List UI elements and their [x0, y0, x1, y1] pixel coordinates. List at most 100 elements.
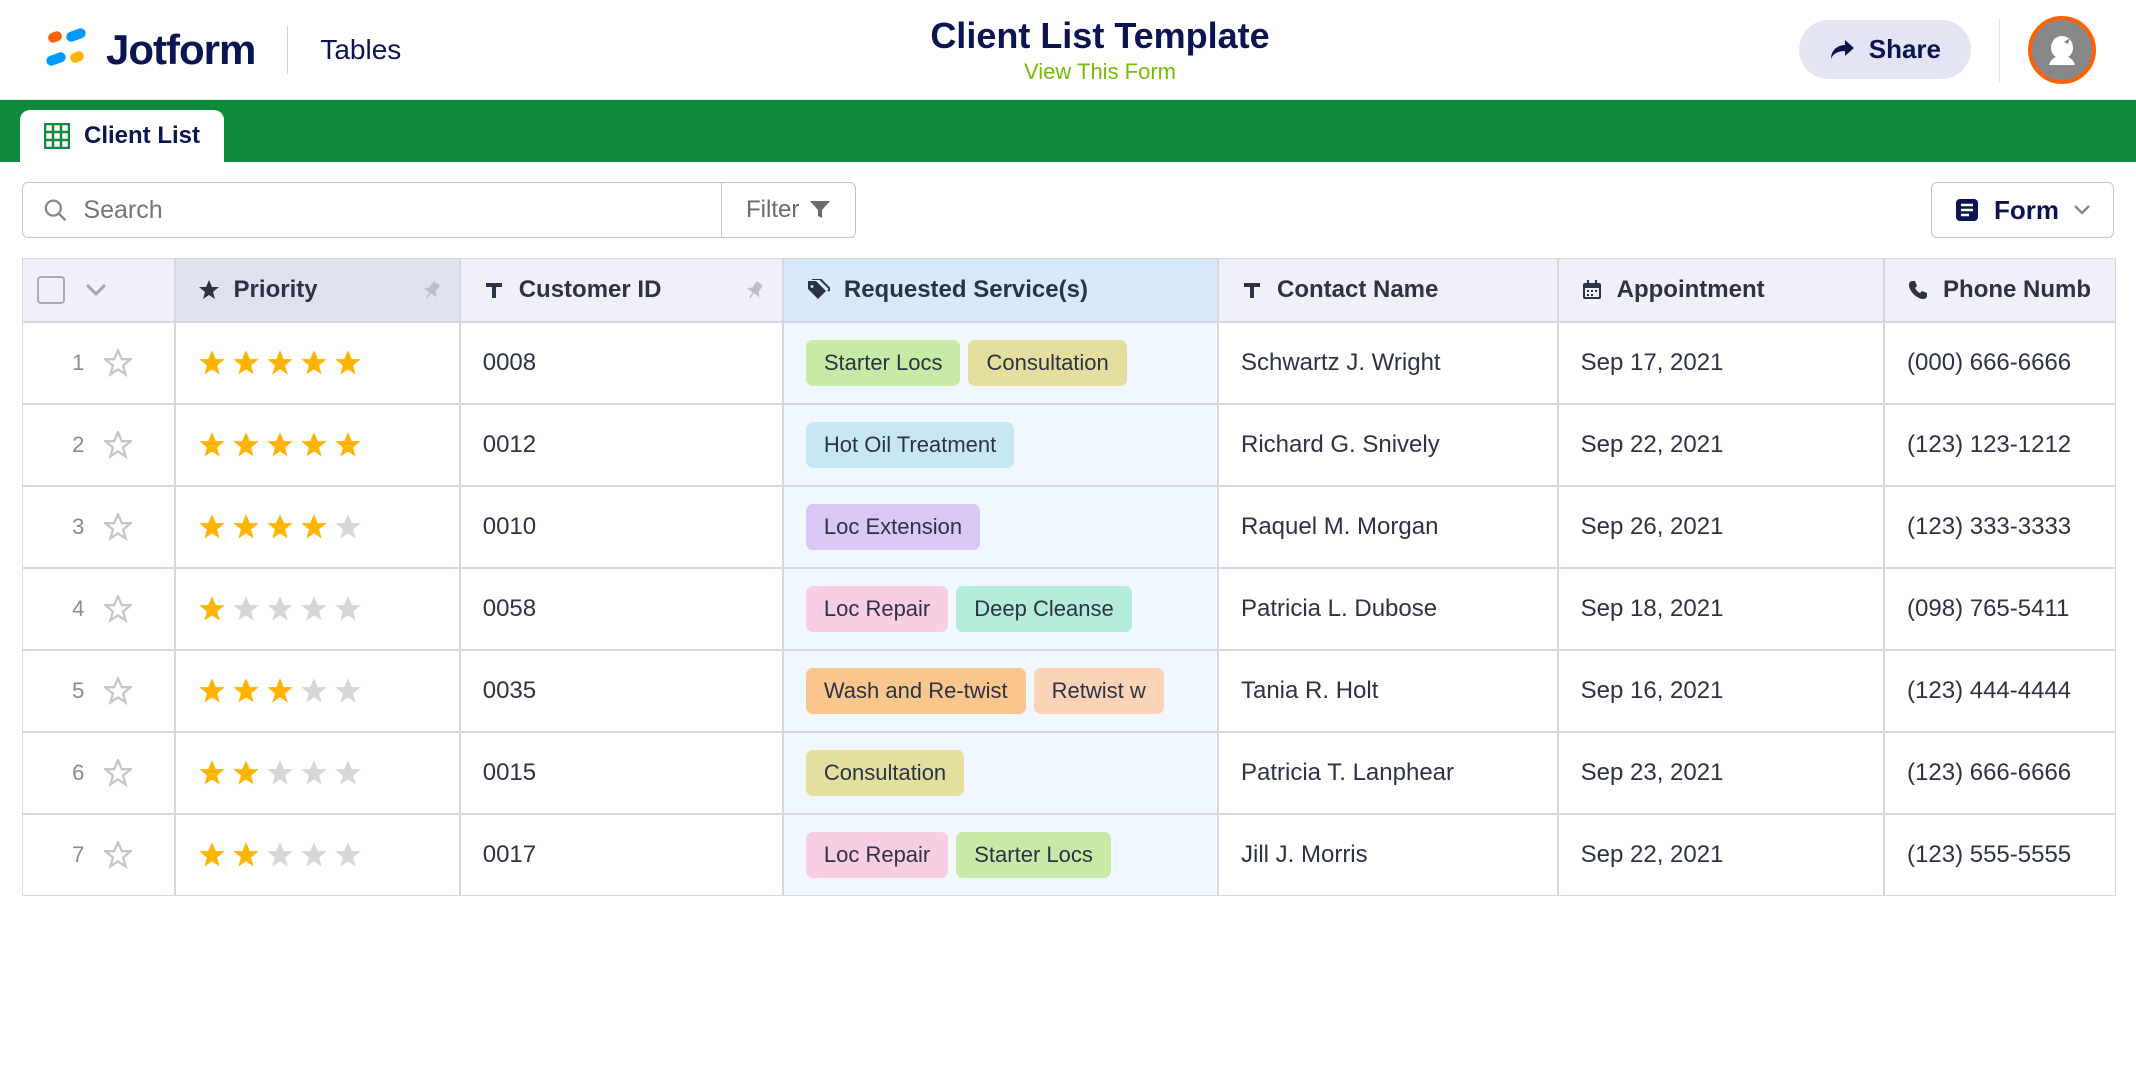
logo[interactable]: Jotform	[44, 26, 255, 74]
star-filled-icon	[232, 431, 260, 459]
search-box[interactable]	[22, 182, 722, 238]
services-cell[interactable]: Loc Extension	[783, 486, 1218, 568]
priority-cell[interactable]	[175, 322, 460, 404]
table-row[interactable]: 40058Loc RepairDeep CleansePatricia L. D…	[22, 568, 2116, 650]
search-input[interactable]	[83, 196, 701, 225]
phone-cell[interactable]: (098) 765-5411	[1884, 568, 2116, 650]
view-form-link[interactable]: View This Form	[1024, 59, 1176, 85]
customer-id-cell[interactable]: 0012	[460, 404, 783, 486]
table-row[interactable]: 6 0015 Consultation Patricia T. LanphearSep…	[22, 732, 2116, 814]
customer-id-cell[interactable]: 0010	[460, 486, 783, 568]
search-icon	[43, 197, 67, 223]
service-tag[interactable]: Consultation	[806, 750, 964, 796]
priority-cell[interactable]	[175, 486, 460, 568]
star-filled-icon	[198, 759, 226, 787]
star-filled-icon	[266, 677, 294, 705]
appointment-cell[interactable]: Sep 23, 2021	[1558, 732, 1884, 814]
phone-cell[interactable]: (123) 666-6666	[1884, 732, 2116, 814]
phone-cell[interactable]: (123) 333-3333	[1884, 486, 2116, 568]
service-tag[interactable]: Loc Repair	[806, 832, 948, 878]
contact-cell[interactable]: Schwartz J. Wright	[1218, 322, 1558, 404]
phone-cell[interactable]: (123) 555-5555	[1884, 814, 2116, 896]
appointment-cell[interactable]: Sep 16, 2021	[1558, 650, 1884, 732]
header-services[interactable]: Requested Service(s)	[783, 258, 1218, 322]
star-icon	[198, 279, 220, 301]
services-cell[interactable]: Starter LocsConsultation	[783, 322, 1218, 404]
header-customer-id[interactable]: Customer ID	[460, 258, 783, 322]
appointment-cell[interactable]: Sep 22, 2021	[1558, 814, 1884, 896]
row-number-cell[interactable]: 5	[22, 650, 175, 732]
table-row[interactable]: 70017Loc RepairStarter LocsJill J. Morri…	[22, 814, 2116, 896]
customer-id-cell[interactable]: 0008	[460, 322, 783, 404]
priority-cell[interactable]	[175, 814, 460, 896]
phone-cell[interactable]: (000) 666-6666	[1884, 322, 2116, 404]
phone-cell[interactable]: (123) 123-1212	[1884, 404, 2116, 486]
contact-cell[interactable]: Raquel M. Morgan	[1218, 486, 1558, 568]
customer-id-cell[interactable]: 0017	[460, 814, 783, 896]
priority-cell[interactable]	[175, 732, 460, 814]
priority-cell[interactable]	[175, 568, 460, 650]
tab-client-list[interactable]: Client List	[20, 110, 224, 162]
form-view-button[interactable]: Form	[1931, 182, 2114, 238]
service-tag[interactable]: Wash and Re-twist	[806, 668, 1026, 714]
star-outline-icon[interactable]	[104, 759, 132, 787]
header-priority[interactable]: Priority	[175, 258, 460, 322]
star-outline-icon[interactable]	[104, 349, 132, 377]
services-cell[interactable]: Consultation	[783, 732, 1218, 814]
service-tag[interactable]: Deep Cleanse	[956, 586, 1131, 632]
service-tag[interactable]: Starter Locs	[806, 340, 961, 386]
table-row[interactable]: 50035Wash and Re-twistRetwist wTania R. …	[22, 650, 2116, 732]
contact-cell[interactable]: Richard G. Snively	[1218, 404, 1558, 486]
row-number-cell[interactable]: 1	[22, 322, 175, 404]
avatar[interactable]	[2028, 16, 2096, 84]
table-row[interactable]: 3 0010 Loc Extension Raquel M. MorganSep 26…	[22, 486, 2116, 568]
star-outline-icon[interactable]	[104, 841, 132, 869]
service-tag[interactable]: Starter Locs	[956, 832, 1111, 878]
row-number-cell[interactable]: 7	[22, 814, 175, 896]
services-cell[interactable]: Hot Oil Treatment	[783, 404, 1218, 486]
services-cell[interactable]: Wash and Re-twistRetwist w	[783, 650, 1218, 732]
row-number-cell[interactable]: 4	[22, 568, 175, 650]
appointment-cell[interactable]: Sep 26, 2021	[1558, 486, 1884, 568]
appointment-cell[interactable]: Sep 18, 2021	[1558, 568, 1884, 650]
appointment-cell[interactable]: Sep 22, 2021	[1558, 404, 1884, 486]
service-tag[interactable]: Loc Repair	[806, 586, 948, 632]
phone-cell[interactable]: (123) 444-4444	[1884, 650, 2116, 732]
services-cell[interactable]: Loc RepairDeep Cleanse	[783, 568, 1218, 650]
priority-cell[interactable]	[175, 650, 460, 732]
service-tag[interactable]: Consultation	[968, 340, 1126, 386]
header-checkbox[interactable]	[22, 258, 175, 322]
row-number-cell[interactable]: 2	[22, 404, 175, 486]
contact-cell[interactable]: Jill J. Morris	[1218, 814, 1558, 896]
filter-button[interactable]: Filter	[722, 182, 856, 238]
star-outline-icon[interactable]	[104, 431, 132, 459]
header-contact[interactable]: Contact Name	[1218, 258, 1558, 322]
service-tag[interactable]: Retwist w	[1034, 668, 1164, 714]
select-all-checkbox[interactable]	[37, 276, 65, 304]
service-tag[interactable]: Loc Extension	[806, 504, 980, 550]
chevron-down-icon[interactable]	[85, 283, 107, 297]
header-phone[interactable]: Phone Numb	[1884, 258, 2116, 322]
priority-cell[interactable]	[175, 404, 460, 486]
star-empty-icon	[300, 595, 328, 623]
table-row[interactable]: 10008Starter LocsConsultationSchwartz J.…	[22, 322, 2116, 404]
star-outline-icon[interactable]	[104, 595, 132, 623]
contact-cell[interactable]: Tania R. Holt	[1218, 650, 1558, 732]
star-outline-icon[interactable]	[104, 513, 132, 541]
row-number-cell[interactable]: 6	[22, 732, 175, 814]
customer-id-cell[interactable]: 0015	[460, 732, 783, 814]
services-cell[interactable]: Loc RepairStarter Locs	[783, 814, 1218, 896]
customer-id-cell[interactable]: 0035	[460, 650, 783, 732]
contact-cell[interactable]: Patricia T. Lanphear	[1218, 732, 1558, 814]
service-tag[interactable]: Hot Oil Treatment	[806, 422, 1014, 468]
row-number-cell[interactable]: 3	[22, 486, 175, 568]
table-row[interactable]: 2 0012 Hot Oil Treatment Richard G. Snively…	[22, 404, 2116, 486]
star-filled-icon	[266, 349, 294, 377]
customer-id-cell[interactable]: 0058	[460, 568, 783, 650]
header-appointment[interactable]: Appointment	[1558, 258, 1884, 322]
share-button[interactable]: Share	[1799, 20, 1971, 79]
contact-cell[interactable]: Patricia L. Dubose	[1218, 568, 1558, 650]
appointment-cell[interactable]: Sep 17, 2021	[1558, 322, 1884, 404]
tables-label[interactable]: Tables	[320, 34, 401, 66]
star-outline-icon[interactable]	[104, 677, 132, 705]
